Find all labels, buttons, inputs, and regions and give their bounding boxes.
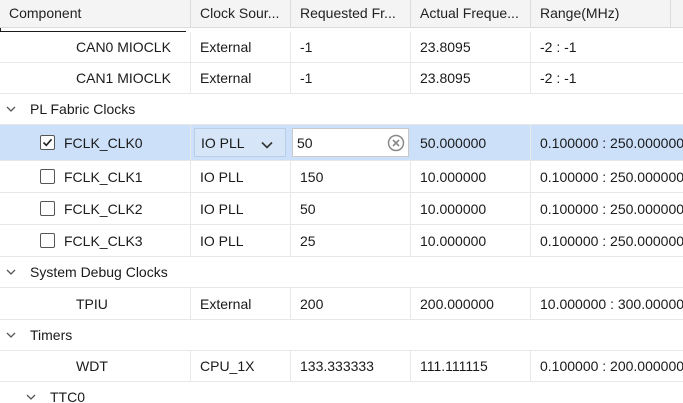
component-cell: TPIU xyxy=(0,288,191,319)
range-cell: 0.100000 : 250.000000 xyxy=(540,232,683,249)
component-name: FCLK_CLK0 xyxy=(64,134,143,151)
group-row[interactable]: TTC0 xyxy=(0,382,683,403)
enable-checkbox[interactable] xyxy=(40,233,55,248)
clock-source-cell[interactable]: IO PLL xyxy=(191,161,291,192)
group-label: TTC0 xyxy=(50,389,85,403)
group-label: PL Fabric Clocks xyxy=(30,101,136,117)
requested-frequency-cell[interactable]: 200 xyxy=(291,288,411,319)
component-cell: WDT xyxy=(0,351,191,381)
clock-source-value: IO PLL xyxy=(201,134,245,151)
clock-source-cell[interactable]: External xyxy=(191,288,291,319)
component-cell: FCLK_CLK1 xyxy=(0,161,191,192)
table-row[interactable]: FCLK_CLK2 IO PLL 50 10.000000 0.100000 : 250… xyxy=(0,193,683,225)
component-name: FCLK_CLK1 xyxy=(64,168,143,185)
requested-frequency-cell[interactable]: 133.333333 xyxy=(291,351,411,381)
actual-frequency-cell: 10.000000 xyxy=(411,225,531,256)
range-cell: 0.100000 : 200.000000 xyxy=(540,358,683,374)
actual-frequency-cell: 10.000000 xyxy=(411,193,531,224)
range-cell: 0.100000 : 250.000000 xyxy=(540,200,683,217)
table-row[interactable]: FCLK_CLK0 IO PLL 50 50.000000 0.100000 : 250… xyxy=(0,125,683,161)
component-name: FCLK_CLK2 xyxy=(64,200,143,217)
column-header-range[interactable]: Range(MHz) xyxy=(531,0,671,27)
component-name: WDT xyxy=(76,358,108,374)
column-header-component[interactable]: Component xyxy=(0,0,191,27)
enable-checkbox[interactable] xyxy=(40,135,55,150)
component-name: TPIU xyxy=(76,295,108,312)
table-row[interactable]: FCLK_CLK3 IO PLL 25 10.000000 0.100000 : 250… xyxy=(0,225,683,257)
dropdown-arrow-icon[interactable] xyxy=(261,137,273,153)
range-cell: -2 : -1 xyxy=(540,70,577,86)
component-name: CAN1 MIOCLK xyxy=(76,70,171,86)
range-cell: 0.100000 : 250.000000 xyxy=(540,168,683,185)
table-row[interactable]: CAN0 MIOCLK External -1 23.8095 -2 : -1 xyxy=(0,32,683,63)
actual-frequency-cell: 111.111115 xyxy=(411,351,531,381)
component-cell: FCLK_CLK2 xyxy=(0,193,191,224)
table-row[interactable]: TPIU External 200 200.000000 10.000000 : 300… xyxy=(0,288,683,320)
clock-source-cell[interactable]: IO PLL xyxy=(191,225,291,256)
component-cell: CAN1 MIOCLK xyxy=(0,63,191,93)
clock-source-cell[interactable]: External xyxy=(191,32,291,62)
column-header-clock-source[interactable]: Clock Sour... xyxy=(191,0,291,27)
column-header-requested-frequency[interactable]: Requested Fr... xyxy=(291,0,411,27)
group-row[interactable]: System Debug Clocks xyxy=(0,257,683,288)
table-row[interactable]: CAN1 MIOCLK External -1 23.8095 -2 : -1 xyxy=(0,63,683,94)
chevron-down-icon[interactable] xyxy=(6,267,16,277)
chevron-down-icon[interactable] xyxy=(6,104,16,114)
clock-source-cell[interactable]: IO PLL xyxy=(191,193,291,224)
enable-checkbox[interactable] xyxy=(40,169,55,184)
range-cell: -2 : -1 xyxy=(540,39,577,55)
component-cell: CAN0 MIOCLK xyxy=(0,32,191,62)
clock-source-cell[interactable]: CPU_1X xyxy=(191,351,291,381)
table-header: Component Clock Sour... Requested Fr... … xyxy=(0,0,683,28)
requested-frequency-cell[interactable]: -1 xyxy=(291,63,411,93)
table-row[interactable]: FCLK_CLK1 IO PLL 150 10.000000 0.100000 : 25… xyxy=(0,161,683,193)
chevron-down-icon[interactable] xyxy=(6,330,16,340)
group-label: System Debug Clocks xyxy=(30,264,168,280)
clock-source-select[interactable]: IO PLL xyxy=(194,128,286,157)
actual-frequency-cell: 50.000000 xyxy=(411,125,531,160)
requested-frequency-cell[interactable]: -1 xyxy=(291,32,411,62)
range-cell: 10.000000 : 300.000000 xyxy=(540,295,683,312)
actual-frequency-cell: 23.8095 xyxy=(411,32,531,62)
enable-checkbox[interactable] xyxy=(40,201,55,216)
component-cell: FCLK_CLK0 xyxy=(0,125,191,160)
chevron-down-icon[interactable] xyxy=(26,392,36,402)
actual-frequency-cell: 23.8095 xyxy=(411,63,531,93)
clock-config-table: Component Clock Sour... Requested Fr... … xyxy=(0,0,683,403)
component-name: FCLK_CLK3 xyxy=(64,232,143,249)
range-cell: 0.100000 : 250.000000 xyxy=(540,134,683,151)
actual-frequency-cell: 10.000000 xyxy=(411,161,531,192)
requested-frequency-value: 50 xyxy=(297,134,313,151)
group-row[interactable]: Timers xyxy=(0,320,683,351)
table-row[interactable]: WDT CPU_1X 133.333333 111.111115 0.100000 : … xyxy=(0,351,683,382)
requested-frequency-input[interactable]: 50 xyxy=(292,128,409,157)
requested-frequency-cell[interactable]: 150 xyxy=(291,161,411,192)
requested-frequency-cell[interactable]: 25 xyxy=(291,225,411,256)
group-label: Timers xyxy=(30,327,73,343)
clear-circle-icon[interactable] xyxy=(387,134,405,155)
requested-frequency-cell[interactable]: 50 xyxy=(291,193,411,224)
clock-source-cell[interactable]: External xyxy=(191,63,291,93)
component-cell: FCLK_CLK3 xyxy=(0,225,191,256)
column-header-actual-frequency[interactable]: Actual Freque... xyxy=(411,0,531,27)
component-name: CAN0 MIOCLK xyxy=(76,39,171,55)
actual-frequency-cell: 200.000000 xyxy=(411,288,531,319)
group-row[interactable]: PL Fabric Clocks xyxy=(0,94,683,125)
